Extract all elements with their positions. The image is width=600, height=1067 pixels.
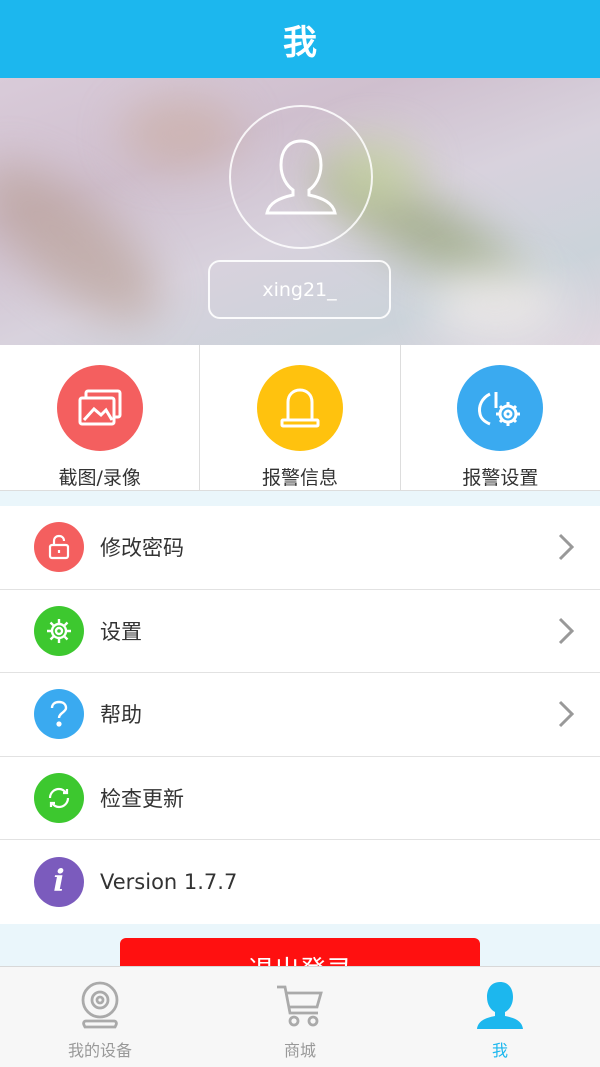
quick-action-label: 截图/录像 [58, 467, 141, 489]
tab-label: 我 [491, 1041, 508, 1060]
page-title: 我 [283, 22, 317, 63]
help-icon [34, 689, 84, 740]
alarm-light-icon [256, 365, 343, 451]
username: xing21_ [262, 278, 337, 301]
profile-header: xing21_ [0, 78, 600, 345]
quick-actions: 截图/录像 报警信息 报警设置 [0, 345, 600, 491]
menu-item-check-update[interactable]: 检查更新 [0, 757, 600, 840]
quick-action-label: 报警设置 [462, 467, 539, 489]
avatar[interactable] [229, 105, 373, 249]
version-label: Version 1.7.7 [100, 869, 238, 894]
person-icon [477, 982, 523, 1029]
menu-item-label: 检查更新 [100, 786, 184, 811]
menu-item-label: 设置 [100, 619, 142, 644]
refresh-icon [34, 772, 84, 823]
username-box[interactable]: xing21_ [208, 260, 391, 319]
chevron-right-icon [558, 701, 574, 728]
bottom-tab-bar: 我的设备 商城 我 [0, 966, 600, 1067]
avatar-icon [265, 139, 337, 215]
menu-item-label: 修改密码 [100, 536, 184, 561]
cart-icon [277, 985, 323, 1027]
chevron-right-icon [558, 617, 574, 644]
alarm-settings-icon [457, 365, 544, 451]
camera-icon [81, 981, 119, 1029]
gallery-icon [56, 365, 143, 451]
gear-icon [34, 605, 84, 656]
settings-menu: 修改密码 设置 帮助 检查更新 i Version 1.7.7 [0, 506, 600, 924]
menu-item-help[interactable]: 帮助 [0, 673, 600, 757]
info-icon: i [34, 856, 84, 907]
quick-action-label: 报警信息 [261, 467, 338, 489]
quick-action-alarm-info[interactable]: 报警信息 [199, 345, 399, 490]
menu-item-settings[interactable]: 设置 [0, 590, 600, 673]
menu-item-label: 帮助 [100, 703, 142, 728]
tab-me[interactable]: 我 [400, 967, 600, 1067]
tab-label: 我的设备 [67, 1041, 132, 1060]
tab-label: 商城 [283, 1041, 316, 1060]
menu-item-version: i Version 1.7.7 [0, 840, 600, 924]
quick-action-alarm-settings[interactable]: 报警设置 [399, 345, 600, 490]
tab-store[interactable]: 商城 [200, 967, 400, 1067]
chevron-right-icon [558, 534, 574, 561]
menu-item-change-password[interactable]: 修改密码 [0, 506, 600, 590]
lock-icon [34, 522, 84, 573]
quick-action-screenshots[interactable]: 截图/录像 [0, 345, 199, 490]
page-title-bar: 我 [0, 0, 600, 78]
tab-my-devices[interactable]: 我的设备 [0, 967, 200, 1067]
